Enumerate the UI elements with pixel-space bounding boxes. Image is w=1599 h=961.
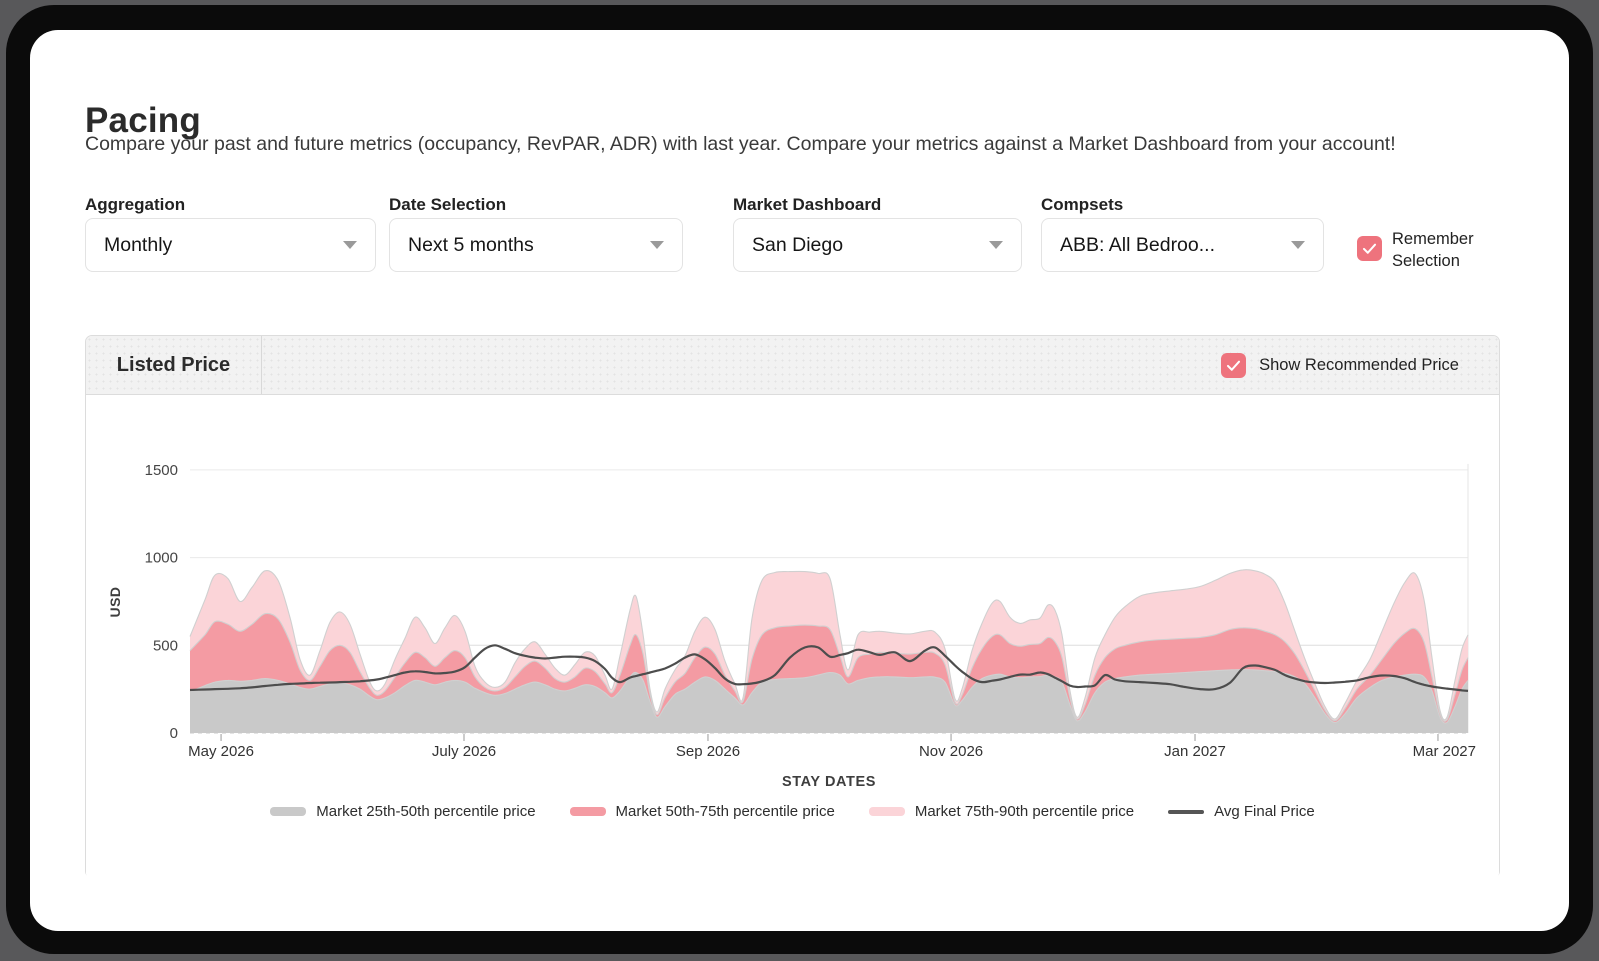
show-recommended-price-toggle: Show Recommended Price bbox=[1221, 336, 1459, 394]
legend-label: Market 50th-75th percentile price bbox=[615, 803, 835, 820]
tab-listed-price[interactable]: Listed Price bbox=[86, 336, 262, 394]
legend-area-swatch bbox=[569, 807, 606, 816]
aggregation-value: Monthly bbox=[104, 233, 173, 256]
svg-text:July 2026: July 2026 bbox=[432, 743, 496, 760]
legend-item[interactable]: Market 50th-75th percentile price bbox=[569, 803, 835, 820]
legend-line-swatch bbox=[1168, 809, 1205, 814]
remember-selection-label: Remember Selection bbox=[1392, 230, 1474, 271]
svg-text:1000: 1000 bbox=[145, 550, 178, 567]
compsets-value: ABB: All Bedroo... bbox=[1060, 233, 1216, 256]
legend-area-swatch bbox=[868, 807, 905, 816]
date-selection-value: Next 5 months bbox=[408, 233, 534, 256]
svg-text:Sep 2026: Sep 2026 bbox=[676, 743, 740, 760]
svg-text:0: 0 bbox=[170, 725, 178, 742]
pacing-chart: 0 500 1000 1500 USD May 2026 July 2026 Sep 2026… bbox=[86, 395, 1499, 879]
svg-text:1500: 1500 bbox=[145, 462, 178, 479]
panel-tabbar: Listed Price Show Recommended Price bbox=[86, 336, 1499, 395]
market-dashboard-label: Market Dashboard bbox=[733, 195, 882, 214]
page-subtitle: Compare your past and future metrics (oc… bbox=[85, 133, 1396, 155]
legend-item[interactable]: Market 25th-50th percentile price bbox=[270, 803, 536, 820]
checkmark-icon bbox=[1362, 243, 1377, 254]
filter-aggregation: Aggregation Monthly bbox=[85, 195, 376, 272]
svg-text:STAY DATES: STAY DATES bbox=[782, 774, 876, 790]
show-recommended-price-label: Show Recommended Price bbox=[1259, 355, 1459, 374]
chevron-down-icon bbox=[1291, 241, 1305, 249]
device-frame: Pacing Compare your past and future metr… bbox=[6, 5, 1593, 954]
svg-text:500: 500 bbox=[153, 637, 178, 654]
aggregation-select[interactable]: Monthly bbox=[85, 218, 376, 272]
show-recommended-price-checkbox[interactable] bbox=[1221, 352, 1247, 378]
market-dashboard-value: San Diego bbox=[752, 233, 844, 256]
aggregation-label: Aggregation bbox=[85, 195, 186, 214]
svg-text:Mar 2027: Mar 2027 bbox=[1413, 743, 1476, 760]
svg-text:USD: USD bbox=[107, 586, 123, 617]
legend-label: Market 25th-50th percentile price bbox=[316, 803, 536, 820]
legend-label: Avg Final Price bbox=[1214, 803, 1315, 820]
filter-compsets: Compsets ABB: All Bedroo... bbox=[1041, 195, 1324, 272]
chevron-down-icon bbox=[989, 241, 1003, 249]
pacing-panel: Listed Price Show Recommended Price 0 500… bbox=[85, 335, 1500, 879]
date-selection-label: Date Selection bbox=[389, 195, 507, 214]
chart-legend: Market 25th-50th percentile price Market … bbox=[86, 803, 1499, 820]
svg-text:May 2026: May 2026 bbox=[188, 743, 254, 760]
legend-area-swatch bbox=[270, 807, 307, 816]
app-window: Pacing Compare your past and future metr… bbox=[30, 30, 1569, 931]
legend-item[interactable]: Avg Final Price bbox=[1168, 803, 1315, 820]
date-selection-select[interactable]: Next 5 months bbox=[389, 218, 683, 272]
filter-date-selection: Date Selection Next 5 months bbox=[389, 195, 683, 272]
market-dashboard-select[interactable]: San Diego bbox=[733, 218, 1022, 272]
remember-selection-checkbox[interactable] bbox=[1357, 236, 1382, 261]
svg-text:Jan 2027: Jan 2027 bbox=[1164, 743, 1226, 760]
compsets-label: Compsets bbox=[1041, 195, 1124, 214]
chevron-down-icon bbox=[650, 241, 664, 249]
checkmark-icon bbox=[1227, 360, 1241, 371]
svg-text:Nov 2026: Nov 2026 bbox=[919, 743, 983, 760]
filter-market-dashboard: Market Dashboard San Diego bbox=[733, 195, 1022, 272]
legend-label: Market 75th-90th percentile price bbox=[914, 803, 1135, 820]
compsets-select[interactable]: ABB: All Bedroo... bbox=[1041, 218, 1324, 272]
chevron-down-icon bbox=[343, 241, 357, 249]
legend-item[interactable]: Market 75th-90th percentile price bbox=[868, 803, 1135, 820]
